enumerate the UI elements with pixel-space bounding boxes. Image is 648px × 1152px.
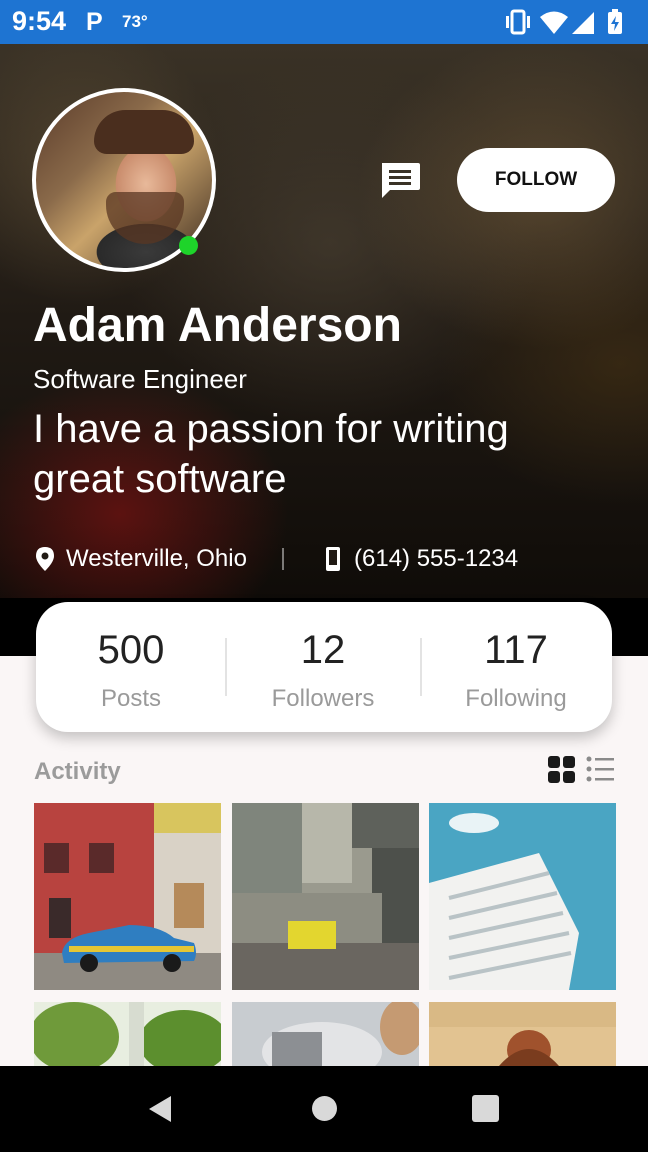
trees-photo [34, 1002, 221, 1066]
profile-name: Adam Anderson [33, 299, 402, 352]
profile-phone[interactable]: (614) 555-1234 [354, 545, 518, 573]
profile-title: Software Engineer [33, 364, 247, 394]
grid-view-icon[interactable] [548, 756, 576, 784]
contact-divider [282, 548, 284, 570]
vibrate-icon [506, 9, 530, 35]
back-icon[interactable] [147, 1094, 173, 1124]
app-notification-icon: P [86, 8, 103, 36]
stat-followers[interactable]: 12 Followers [228, 628, 418, 713]
street-car-photo [34, 803, 221, 990]
follow-button[interactable]: FOLLOW [457, 148, 615, 212]
white-building-photo [429, 803, 616, 990]
signal-icon [572, 12, 594, 34]
location-pin-icon [36, 547, 54, 571]
status-icons [506, 9, 622, 35]
recents-icon[interactable] [472, 1095, 499, 1122]
concrete-plaza-photo [232, 803, 419, 990]
status-temperature: 73° [122, 12, 148, 31]
list-view-icon[interactable] [586, 756, 614, 782]
stat-posts[interactable]: 500 Posts [36, 628, 226, 713]
status-time: 9:54 [12, 6, 67, 36]
activity-thumbnail[interactable] [232, 803, 419, 990]
stat-following[interactable]: 117 Following [421, 628, 611, 713]
activity-heading: Activity [34, 758, 121, 785]
profile-location: Westerville, Ohio [66, 545, 247, 572]
sunset-person-photo [429, 1002, 616, 1066]
activity-thumbnail[interactable] [429, 803, 616, 990]
stat-posts-value: 500 [97, 628, 165, 672]
woman-photo [232, 1002, 419, 1066]
stat-following-value: 117 [484, 628, 548, 672]
stat-followers-label: Followers [271, 685, 375, 712]
profile-bio: I have a passion for writing great softw… [33, 407, 509, 501]
status-bar: 9:54 P 73° [0, 0, 648, 44]
stat-following-label: Following [465, 685, 567, 712]
stat-posts-label: Posts [100, 685, 162, 712]
activity-thumbnail[interactable] [34, 1002, 221, 1066]
stat-followers-value: 12 [300, 628, 346, 672]
wifi-icon [540, 11, 568, 34]
activity-thumbnail[interactable] [232, 1002, 419, 1066]
battery-icon [608, 9, 622, 34]
activity-thumbnail[interactable] [34, 803, 221, 990]
stats-card: 500 Posts 12 Followers 117 Following [36, 602, 612, 732]
message-icon[interactable] [378, 160, 422, 200]
online-status-dot [179, 236, 198, 255]
home-icon[interactable] [312, 1096, 337, 1121]
phone-icon [326, 547, 340, 571]
avatar-beard [106, 192, 184, 244]
stat-divider [225, 638, 227, 696]
activity-thumbnail[interactable] [429, 1002, 616, 1066]
avatar-hair [94, 110, 194, 154]
